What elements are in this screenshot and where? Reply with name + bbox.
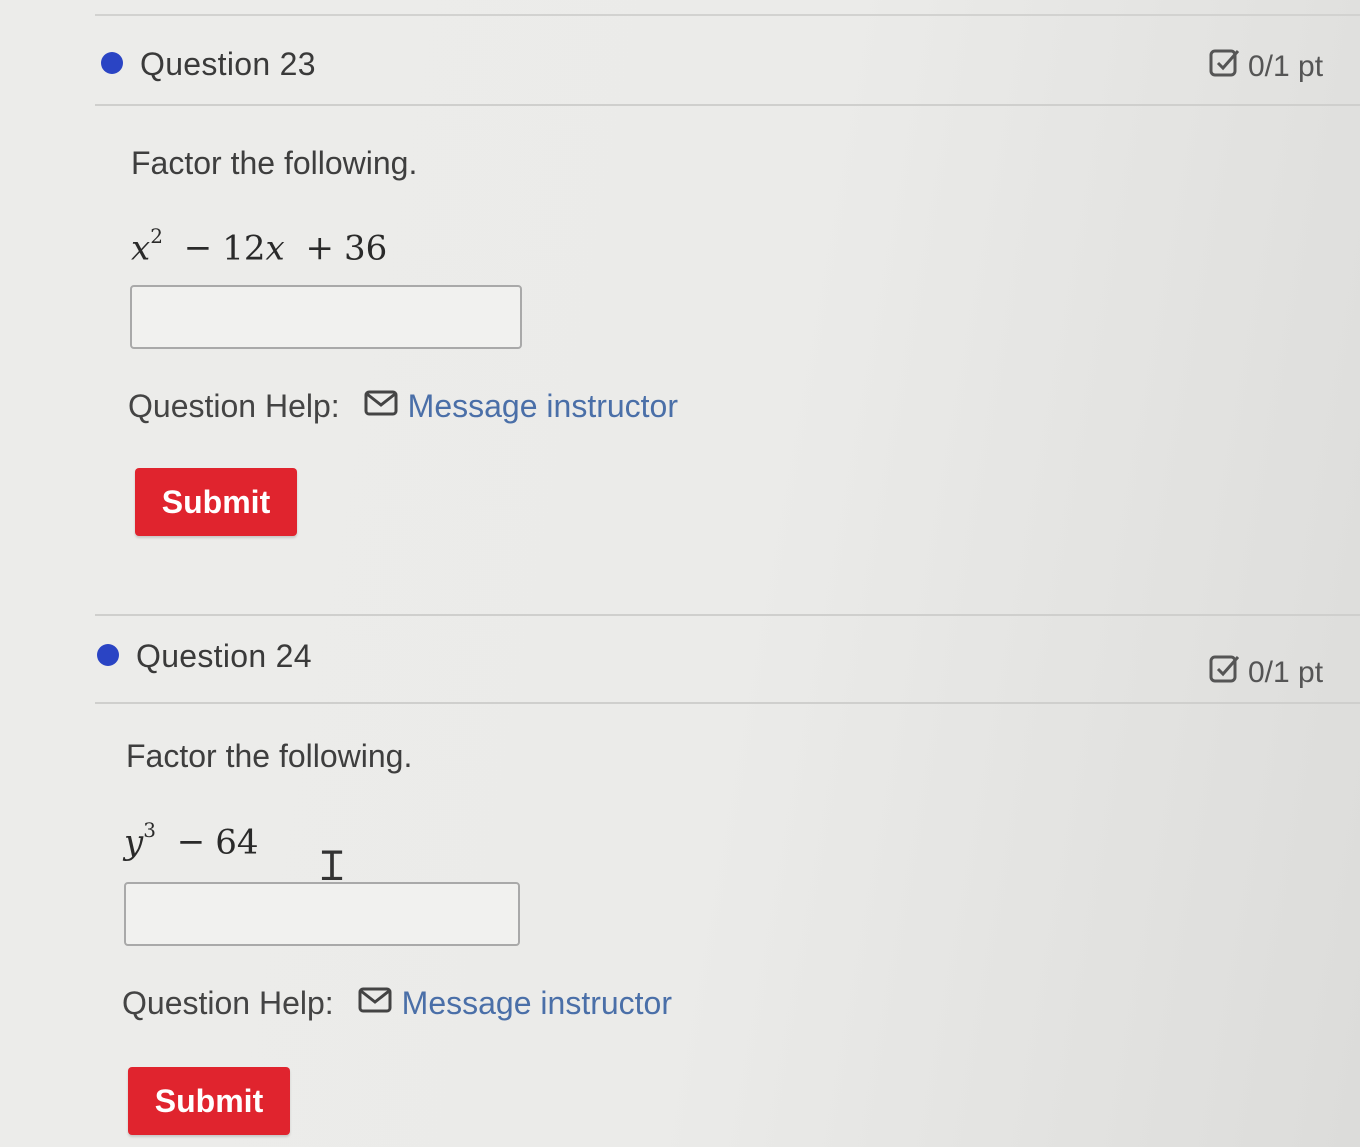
math-constant: 64 — [215, 822, 259, 863]
divider — [95, 14, 1360, 16]
submit-button[interactable]: Submit — [135, 468, 297, 536]
score-badge: 0/1 pt — [1208, 46, 1323, 88]
question-header: Question 24 — [95, 616, 1360, 696]
mail-icon[interactable] — [358, 985, 392, 1022]
math-variable: x — [131, 228, 151, 269]
math-expression: y3 −64 — [124, 818, 259, 863]
message-instructor-link[interactable]: Message instructor — [402, 985, 672, 1022]
submit-button[interactable]: Submit — [128, 1067, 290, 1135]
math-operator: − — [176, 822, 206, 863]
bullet-dot-icon — [101, 52, 123, 74]
score-text: 0/1 pt — [1248, 50, 1324, 83]
question-help: Question Help: Message instructor — [122, 985, 672, 1022]
math-exponent: 2 — [150, 224, 163, 248]
math-expression: x2 −12x +36 — [131, 224, 388, 269]
math-constant: 36 — [344, 228, 388, 269]
math-exponent: 3 — [143, 818, 156, 842]
edit-check-icon — [1208, 46, 1242, 88]
question-prompt: Factor the following. — [126, 738, 413, 774]
math-operator: + — [305, 228, 335, 269]
bullet-dot-icon — [97, 644, 119, 666]
question-title: Question 23 — [140, 46, 316, 82]
divider — [95, 702, 1360, 704]
question-title: Question 24 — [136, 638, 312, 674]
question-header: Question 23 — [95, 24, 1360, 104]
question-prompt: Factor the following. — [131, 145, 418, 181]
message-instructor-link[interactable]: Message instructor — [408, 388, 678, 425]
mail-icon[interactable] — [364, 388, 398, 425]
divider — [95, 104, 1360, 106]
help-label: Question Help: — [128, 388, 340, 424]
math-operator: − — [183, 228, 213, 269]
score-badge: 0/1 pt — [1208, 652, 1323, 694]
answer-input[interactable] — [124, 882, 520, 946]
score-text: 0/1 pt — [1248, 656, 1324, 689]
question-help: Question Help: Message instructor — [128, 388, 678, 425]
help-label: Question Help: — [122, 985, 334, 1021]
math-variable: y — [124, 822, 144, 863]
math-coefficient: 12 — [222, 228, 266, 269]
math-variable: x — [265, 228, 285, 269]
quiz-page: Question 23 0/1 pt Factor the following.… — [0, 0, 1360, 1147]
edit-check-icon — [1208, 652, 1242, 694]
answer-input[interactable] — [130, 285, 522, 349]
